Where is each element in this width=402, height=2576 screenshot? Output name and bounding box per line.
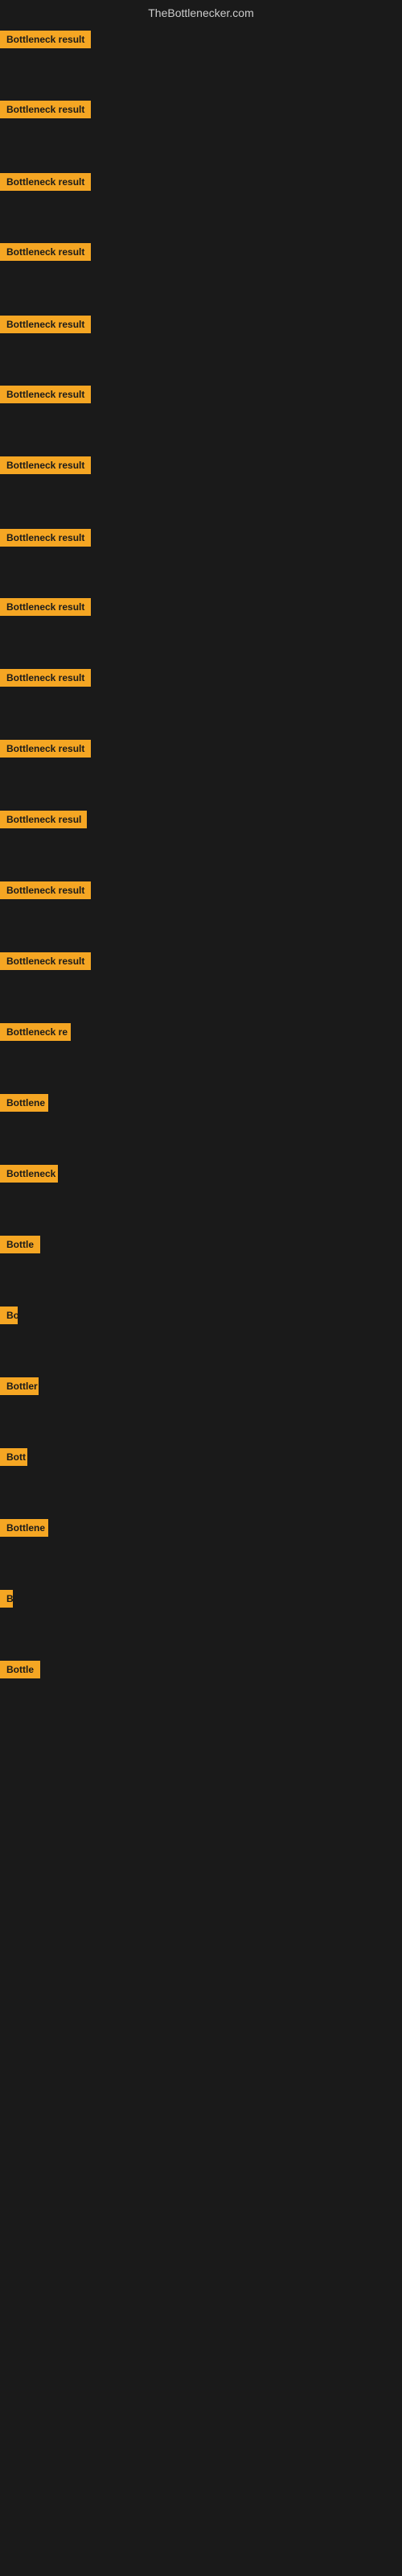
bottleneck-item-4: Bottleneck result (0, 243, 91, 265)
bottleneck-badge-8[interactable]: Bottleneck result (0, 529, 91, 547)
bottleneck-item-2: Bottleneck result (0, 101, 91, 122)
bottleneck-badge-12[interactable]: Bottleneck resul (0, 811, 87, 828)
bottleneck-badge-3[interactable]: Bottleneck result (0, 173, 91, 191)
bottleneck-item-1: Bottleneck result (0, 31, 91, 52)
bottleneck-item-16: Bottlene (0, 1094, 48, 1116)
site-title: TheBottlenecker.com (0, 0, 402, 23)
bottleneck-badge-17[interactable]: Bottleneck (0, 1165, 58, 1183)
bottleneck-item-15: Bottleneck re (0, 1023, 71, 1045)
bottleneck-item-20: Bottler (0, 1377, 39, 1399)
bottleneck-badge-13[interactable]: Bottleneck result (0, 881, 91, 899)
bottleneck-badge-22[interactable]: Bottlene (0, 1519, 48, 1537)
bottleneck-item-12: Bottleneck resul (0, 811, 87, 832)
bottleneck-badge-20[interactable]: Bottler (0, 1377, 39, 1395)
bottleneck-badge-11[interactable]: Bottleneck result (0, 740, 91, 758)
bottleneck-item-7: Bottleneck result (0, 456, 91, 478)
bottleneck-item-23: B (0, 1590, 13, 1612)
bottleneck-item-22: Bottlene (0, 1519, 48, 1541)
bottleneck-item-13: Bottleneck result (0, 881, 91, 903)
bottleneck-item-3: Bottleneck result (0, 173, 91, 195)
bottleneck-item-10: Bottleneck result (0, 669, 91, 691)
bottleneck-item-19: Bo (0, 1307, 18, 1328)
bottleneck-badge-7[interactable]: Bottleneck result (0, 456, 91, 474)
bottleneck-item-21: Bott (0, 1448, 27, 1470)
bottleneck-item-14: Bottleneck result (0, 952, 91, 974)
bottleneck-badge-6[interactable]: Bottleneck result (0, 386, 91, 403)
bottleneck-badge-2[interactable]: Bottleneck result (0, 101, 91, 118)
bottleneck-badge-21[interactable]: Bott (0, 1448, 27, 1466)
bottleneck-badge-23[interactable]: B (0, 1590, 13, 1608)
bottleneck-badge-5[interactable]: Bottleneck result (0, 316, 91, 333)
bottleneck-item-8: Bottleneck result (0, 529, 91, 551)
bottleneck-item-18: Bottle (0, 1236, 40, 1257)
bottleneck-badge-24[interactable]: Bottle (0, 1661, 40, 1678)
bottleneck-badge-15[interactable]: Bottleneck re (0, 1023, 71, 1041)
bottleneck-item-17: Bottleneck (0, 1165, 58, 1187)
bottleneck-item-5: Bottleneck result (0, 316, 91, 337)
bottleneck-item-6: Bottleneck result (0, 386, 91, 407)
bottleneck-item-9: Bottleneck result (0, 598, 91, 620)
bottleneck-badge-1[interactable]: Bottleneck result (0, 31, 91, 48)
bottleneck-badge-4[interactable]: Bottleneck result (0, 243, 91, 261)
bottleneck-badge-18[interactable]: Bottle (0, 1236, 40, 1253)
bottleneck-badge-10[interactable]: Bottleneck result (0, 669, 91, 687)
bottleneck-badge-16[interactable]: Bottlene (0, 1094, 48, 1112)
bottleneck-badge-9[interactable]: Bottleneck result (0, 598, 91, 616)
bottleneck-item-11: Bottleneck result (0, 740, 91, 762)
bottleneck-item-24: Bottle (0, 1661, 40, 1682)
bottleneck-badge-14[interactable]: Bottleneck result (0, 952, 91, 970)
bottleneck-badge-19[interactable]: Bo (0, 1307, 18, 1324)
